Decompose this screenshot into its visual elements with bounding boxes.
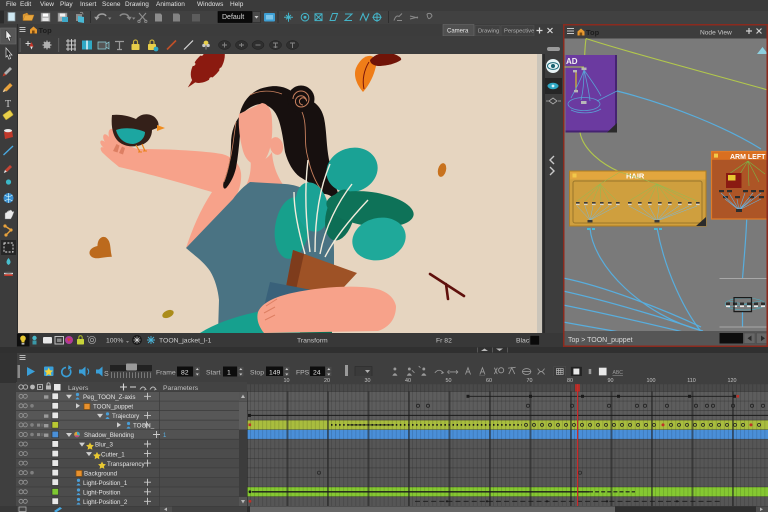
svg-text:40: 40 bbox=[405, 378, 411, 384]
svg-text:Shadow_Blending: Shadow_Blending bbox=[84, 432, 134, 439]
svg-text:Default: Default bbox=[222, 14, 244, 21]
svg-text:Camera: Camera bbox=[447, 29, 469, 35]
svg-text:10: 10 bbox=[284, 378, 290, 384]
svg-text:ARM LEFT: ARM LEFT bbox=[730, 154, 766, 161]
svg-text:120: 120 bbox=[728, 378, 737, 384]
svg-text:Fr 82: Fr 82 bbox=[436, 338, 452, 345]
svg-text:Parameters: Parameters bbox=[163, 385, 199, 392]
svg-text:Light-Position: Light-Position bbox=[83, 490, 121, 497]
svg-text:149: 149 bbox=[269, 369, 281, 376]
svg-text:82: 82 bbox=[181, 369, 189, 376]
svg-text:TOON_: TOON_ bbox=[133, 423, 155, 430]
svg-text:30: 30 bbox=[365, 378, 371, 384]
svg-text:70: 70 bbox=[527, 378, 533, 384]
svg-text:100%: 100% bbox=[106, 338, 123, 345]
svg-text:FPS: FPS bbox=[296, 369, 310, 376]
svg-text:110: 110 bbox=[687, 378, 696, 384]
svg-text:Drawing: Drawing bbox=[478, 29, 499, 35]
svg-text:Trajectory: Trajectory bbox=[112, 413, 140, 420]
svg-text:Blur_3: Blur_3 bbox=[95, 442, 113, 449]
svg-text:TOON_puppet: TOON_puppet bbox=[93, 404, 133, 411]
svg-text:T: T bbox=[5, 99, 11, 110]
svg-text:100: 100 bbox=[647, 378, 656, 384]
svg-text:Start: Start bbox=[206, 369, 220, 376]
svg-text:ABC: ABC bbox=[612, 370, 623, 376]
svg-text:90: 90 bbox=[608, 378, 614, 384]
svg-text:60: 60 bbox=[486, 378, 492, 384]
svg-text:Top: Top bbox=[586, 28, 600, 37]
svg-text:Layers: Layers bbox=[68, 385, 89, 392]
svg-text:50: 50 bbox=[446, 378, 452, 384]
svg-text:Stop: Stop bbox=[250, 369, 264, 376]
svg-text:Background: Background bbox=[84, 470, 118, 477]
svg-text:20: 20 bbox=[324, 378, 330, 384]
svg-text:Light-Position_1: Light-Position_1 bbox=[83, 480, 128, 487]
svg-text:Peg_TOON_Z-axis: Peg_TOON_Z-axis bbox=[83, 394, 136, 401]
svg-text:Light-Position_2: Light-Position_2 bbox=[83, 499, 128, 506]
svg-text:AD: AD bbox=[566, 57, 578, 66]
svg-text:Top: Top bbox=[39, 26, 53, 35]
svg-text:Frame: Frame bbox=[156, 369, 176, 376]
svg-text:Top > TOON_puppet: Top > TOON_puppet bbox=[568, 337, 633, 344]
svg-text:TOON_jacket_l-1: TOON_jacket_l-1 bbox=[159, 338, 212, 345]
svg-text:Perspective: Perspective bbox=[504, 29, 534, 35]
svg-text:Cutter_1: Cutter_1 bbox=[101, 451, 125, 458]
svg-text:Node View: Node View bbox=[700, 30, 732, 37]
svg-text:Transparency: Transparency bbox=[107, 461, 146, 468]
svg-text:80: 80 bbox=[567, 378, 573, 384]
svg-text:Transform: Transform bbox=[297, 338, 328, 345]
svg-text:1: 1 bbox=[227, 369, 231, 376]
svg-text:24: 24 bbox=[313, 369, 321, 376]
